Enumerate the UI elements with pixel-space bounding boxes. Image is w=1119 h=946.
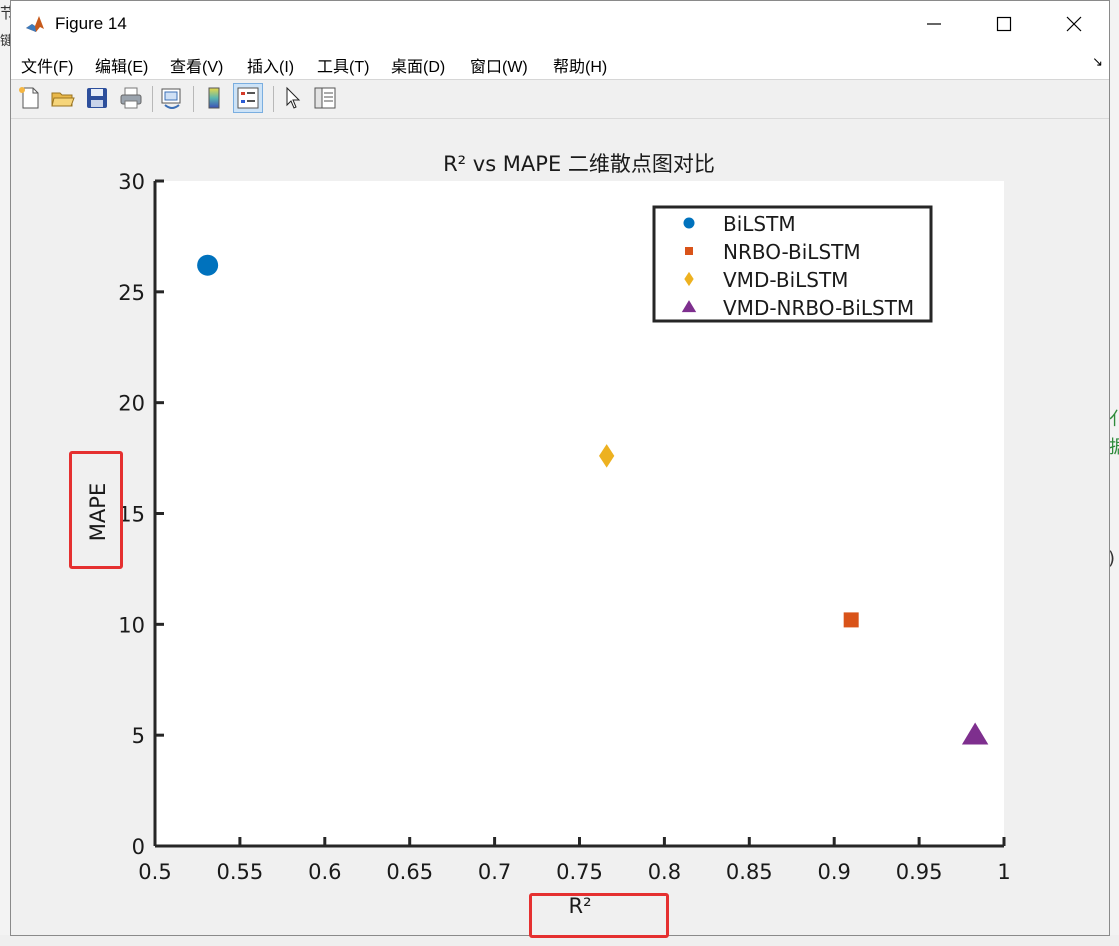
x-tick-label: 0.9	[817, 860, 850, 884]
y-tick-label: 20	[118, 392, 145, 416]
y-tick-label: 5	[132, 724, 145, 748]
legend-label: VMD-NRBO-BiLSTM	[723, 296, 914, 320]
data-point	[843, 612, 859, 628]
x-tick-label: 0.55	[217, 860, 264, 884]
scatter-chart: R² vs MAPE 二维散点图对比 0.5 0.55 0.6 0.65 0.7 0.75…	[86, 152, 1011, 918]
legend: BiLSTM NRBO-BiLSTM VMD-BiLSTM VMD-NRBO-BiLS…	[652, 205, 933, 323]
chart-title: R² vs MAPE 二维散点图对比	[443, 152, 715, 176]
legend-marker	[685, 247, 693, 255]
x-tick-label: 0.65	[386, 860, 433, 884]
legend-label: VMD-BiLSTM	[723, 268, 848, 292]
annotation-box-xlabel	[529, 893, 669, 938]
x-tick-label: 0.95	[896, 860, 943, 884]
x-tick-label: 0.5	[138, 860, 171, 884]
x-tick-label: 0.7	[478, 860, 511, 884]
y-tick-label: 10	[118, 613, 145, 637]
x-tick-label: 0.75	[556, 860, 603, 884]
x-tick-label: 0.6	[308, 860, 341, 884]
x-tick-label: 1	[997, 860, 1010, 884]
data-point	[197, 254, 219, 276]
legend-label: BiLSTM	[723, 212, 796, 236]
legend-marker	[683, 217, 695, 229]
x-tick-label: 0.8	[648, 860, 681, 884]
annotation-box-ylabel	[69, 451, 123, 569]
y-tick-label: 25	[118, 281, 145, 305]
x-tick-label: 0.85	[726, 860, 773, 884]
y-tick-label: 30	[118, 170, 145, 194]
y-tick-label: 0	[132, 835, 145, 859]
legend-label: NRBO-BiLSTM	[723, 240, 861, 264]
